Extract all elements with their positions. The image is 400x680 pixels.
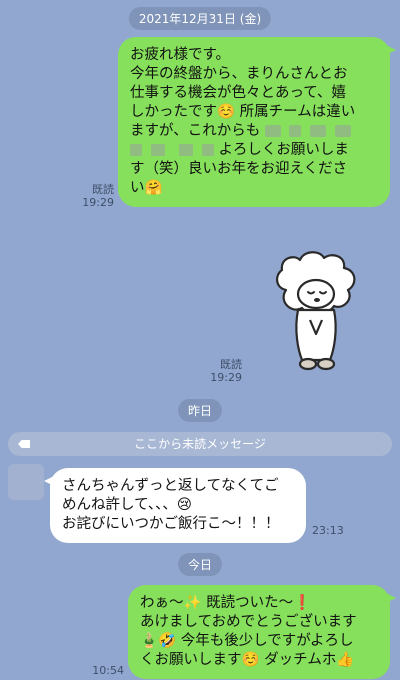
outgoing-message-bubble[interactable]: わぁ〜✨ 既読ついた〜❗ あけましておめでとうございます 🎍🤣 今年も後少しです… [128, 585, 396, 679]
redacted-block [334, 125, 351, 137]
message-line: す（笑）良いお年をお迎えくださ [130, 161, 348, 177]
message-line: お疲れ様です。 [130, 47, 231, 63]
redacted-block [179, 144, 194, 156]
message-line: さんちゃんずっと返してなくてご [62, 478, 279, 494]
redacted-block [201, 144, 214, 156]
message-line-text: ますが、これからも [130, 123, 261, 139]
message-line: くお願いします☺️ ダッチムホ👍 [140, 652, 355, 668]
redacted-block [264, 125, 281, 137]
unread-divider: ここから未読メッセージ [8, 432, 392, 456]
redacted-block [130, 144, 142, 156]
sticker-meta: 既読 19:29 [208, 358, 242, 384]
message-line: よろしくお願いしま [130, 141, 378, 160]
date-separator-top: 2021年12月31日 (金) [128, 7, 272, 30]
message-line: しかったです☺️ 所属チームは違い [130, 104, 356, 120]
message-line: めんね許して、、、😢 [62, 497, 192, 513]
redacted-block [310, 125, 327, 137]
redacted-block [150, 144, 165, 156]
message-line: わぁ〜✨ 既読ついた〜❗ [140, 595, 312, 611]
read-receipt: 既読 [92, 183, 114, 196]
redacted-block [289, 125, 302, 137]
bowing-sheep-sticker[interactable] [268, 250, 368, 380]
unread-tag-icon [18, 440, 30, 448]
message-line: ますが、これからも [130, 122, 378, 141]
incoming-message-bubble[interactable]: さんちゃんずっと返してなくてご めんね許して、、、😢 お詫びにいつかご飯行こ〜！… [44, 468, 306, 543]
read-receipt: 既読 [220, 358, 242, 371]
message-line: 🎍🤣 今年も後少しですがよろし [140, 633, 354, 649]
date-separator-today: 今日 [177, 553, 223, 576]
avatar[interactable] [8, 464, 44, 500]
message-line: 仕事する機会が色々とあって、嬉 [130, 85, 347, 101]
message-line: お詫びにいつかご飯行こ〜！！！ [62, 516, 280, 532]
message-line-text: よろしくお願いしま [218, 142, 349, 158]
date-separator-yesterday: 昨日 [177, 399, 223, 422]
message-line: い🤗 [130, 180, 163, 196]
timestamp: 19:29 [82, 196, 114, 209]
unread-label: ここから未読メッセージ [134, 437, 266, 451]
timestamp: 23:13 [312, 524, 344, 537]
message-line: 今年の終盤から、まりんさんとお [130, 66, 348, 82]
message-line: あけましておめでとうございます [140, 614, 357, 630]
timestamp: 10:54 [92, 664, 124, 677]
outgoing-message-bubble[interactable]: お疲れ様です。 今年の終盤から、まりんさんとお 仕事する機会が色々とあって、嬉 … [118, 37, 396, 207]
timestamp: 19:29 [210, 371, 242, 384]
message-meta: 既読 19:29 [82, 183, 114, 209]
